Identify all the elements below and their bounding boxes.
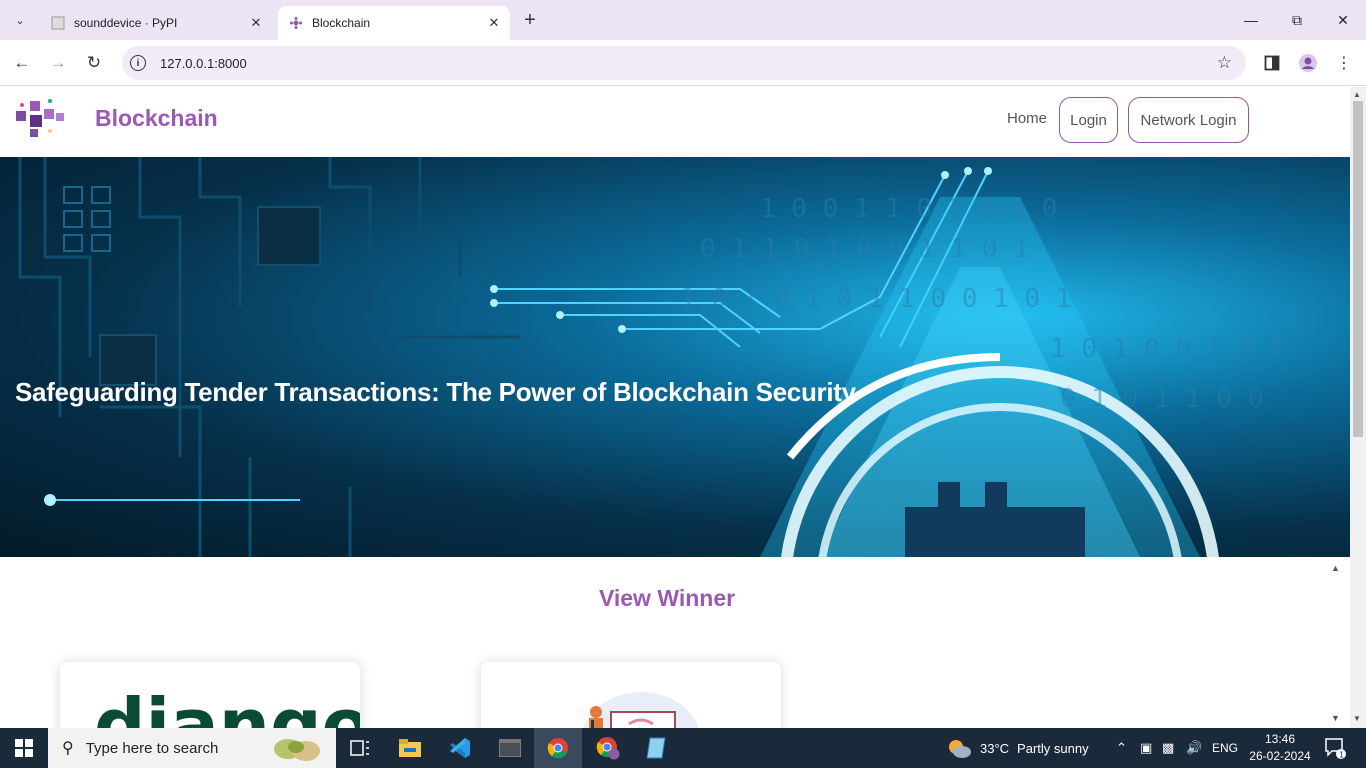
blockchain-favicon-icon — [288, 15, 304, 31]
search-icon: ⚲ — [62, 740, 74, 757]
new-tab-plus-icon[interactable]: + — [518, 8, 542, 32]
winner-card[interactable]: django — [60, 662, 360, 728]
notepad-icon[interactable] — [632, 728, 680, 768]
svg-text:0 1 0 1 1 0 0: 0 1 0 1 1 0 0 — [1060, 384, 1264, 414]
windows-taskbar: ⚲ Type here to search 33°C Partly sunny … — [0, 728, 1366, 768]
address-bar[interactable]: i 127.0.0.1:8000 ☆ — [122, 46, 1246, 80]
nav-login-button[interactable]: Login — [1059, 97, 1118, 143]
taskbar-search-box[interactable]: ⚲ Type here to search — [48, 728, 336, 768]
tab-title: Blockchain — [312, 16, 371, 30]
url-text[interactable]: 127.0.0.1:8000 — [160, 56, 247, 71]
nav-network-login-button[interactable]: Network Login — [1128, 97, 1249, 143]
taskbar-clock[interactable]: 13:46 26-02-2024 — [1240, 731, 1320, 765]
pistachio-search-highlight-icon — [274, 739, 320, 761]
site-brand-name[interactable]: Blockchain — [95, 105, 218, 132]
site-header: Blockchain Home Login Network Login — [0, 87, 1350, 157]
browser-toolbar: ← → ↻ i 127.0.0.1:8000 ☆ ⋮ — [0, 40, 1366, 86]
django-logo-text: django — [94, 683, 360, 728]
hero-banner: 1 0 0 1 1 0 1 0 1 0 0 1 1 0 1 0 0 1 1 0 … — [0, 157, 1350, 557]
clock-time: 13:46 — [1264, 732, 1296, 746]
back-arrow-icon[interactable]: ← — [8, 49, 36, 77]
close-tab-icon[interactable]: ✕ — [484, 13, 504, 33]
svg-text:1 0 1 0 0 1 0 1: 1 0 1 0 0 1 0 1 — [1050, 334, 1285, 364]
vscode-icon[interactable] — [436, 728, 484, 768]
windows-start-icon[interactable] — [0, 728, 48, 768]
circuit-board-background: 1 0 0 1 1 0 1 0 1 0 0 1 1 0 1 0 0 1 1 0 … — [18, 157, 1285, 557]
weather-widget[interactable]: 33°C Partly sunny — [946, 728, 1089, 768]
partly-sunny-icon — [949, 740, 971, 758]
scroll-down-arrow-icon[interactable]: ▼ — [1331, 713, 1340, 723]
pypi-favicon-icon — [50, 15, 66, 31]
nav-home-link[interactable]: Home — [1007, 110, 1047, 127]
clock-date: 26-02-2024 — [1249, 749, 1311, 763]
notification-count: 1 — [1339, 751, 1344, 760]
tab-search-chevron-icon[interactable]: ⌄ — [8, 8, 32, 32]
scroll-down-arrow-icon[interactable]: ▼ — [1353, 714, 1361, 723]
winner-card[interactable] — [481, 662, 781, 728]
close-tab-icon[interactable]: ✕ — [246, 13, 266, 33]
section-title: View Winner — [598, 585, 736, 611]
chrome-profile-icon[interactable] — [584, 728, 632, 768]
site-info-icon[interactable]: i — [130, 55, 146, 71]
svg-text:1 0 0 1 1 0 1 0 1 0: 1 0 0 1 1 0 1 0 1 0 — [760, 194, 1057, 224]
restore-icon[interactable]: ⧉ — [1274, 6, 1320, 34]
show-hidden-icons-icon[interactable]: ⌃ — [1116, 728, 1127, 768]
weather-text: Partly sunny — [1017, 740, 1089, 756]
svg-text:0 1 1 0 1 0 0 1 1 0 1: 0 1 1 0 1 0 0 1 1 0 1 — [700, 234, 1029, 264]
reload-icon[interactable]: ↻ — [80, 49, 108, 77]
chrome-icon[interactable] — [534, 728, 582, 768]
side-panel-icon[interactable] — [1258, 49, 1286, 77]
language-indicator[interactable]: ENG — [1212, 728, 1238, 768]
task-view-icon[interactable] — [336, 728, 384, 768]
tab-sounddevice[interactable]: sounddevice · PyPI ✕ — [40, 6, 272, 40]
meet-now-icon[interactable]: ▣ — [1140, 728, 1152, 768]
page-scrollbar[interactable]: ▲ ▼ — [1350, 87, 1366, 728]
tab-blockchain[interactable]: Blockchain ✕ — [278, 6, 510, 40]
file-explorer-icon[interactable] — [386, 728, 434, 768]
profile-avatar-icon[interactable] — [1294, 49, 1322, 77]
scroll-up-arrow-icon[interactable]: ▲ — [1353, 90, 1361, 99]
terminal-icon[interactable] — [486, 728, 534, 768]
bookmark-star-icon[interactable]: ☆ — [1217, 53, 1232, 73]
search-placeholder: Type here to search — [85, 739, 219, 757]
browser-menu-icon[interactable]: ⋮ — [1330, 49, 1358, 77]
close-window-icon[interactable]: ✕ — [1320, 6, 1366, 34]
inner-scrollbar[interactable]: ▲ ▼ — [1328, 557, 1342, 728]
notification-center-icon[interactable]: 1 — [1324, 728, 1346, 768]
django-logo-image: django — [94, 683, 360, 728]
volume-icon[interactable]: 🔊 — [1186, 728, 1202, 768]
browser-tab-strip: ⌄ sounddevice · PyPI ✕ Blockchain ✕ + — … — [0, 0, 1366, 40]
person-presenting-illustration — [583, 692, 699, 728]
network-icon[interactable]: ▩ — [1162, 728, 1174, 768]
forward-arrow-icon[interactable]: → — [44, 49, 72, 77]
minimize-icon[interactable]: — — [1228, 6, 1274, 34]
weather-temp: 33°C — [980, 740, 1010, 756]
tab-title: sounddevice · PyPI — [74, 16, 178, 30]
hero-title: Safeguarding Tender Transactions: The Po… — [15, 377, 856, 407]
blockchain-logo-icon — [16, 99, 64, 137]
scrollbar-thumb[interactable] — [1353, 101, 1363, 437]
scroll-up-arrow-icon[interactable]: ▲ — [1331, 563, 1340, 573]
web-page: Blockchain Home Login Network Login 1 0 … — [0, 87, 1350, 728]
svg-text:1 0 1 0 1 0 1 1 0 0 1 0 1: 1 0 1 0 1 0 1 1 0 0 1 0 1 — [680, 284, 1071, 314]
